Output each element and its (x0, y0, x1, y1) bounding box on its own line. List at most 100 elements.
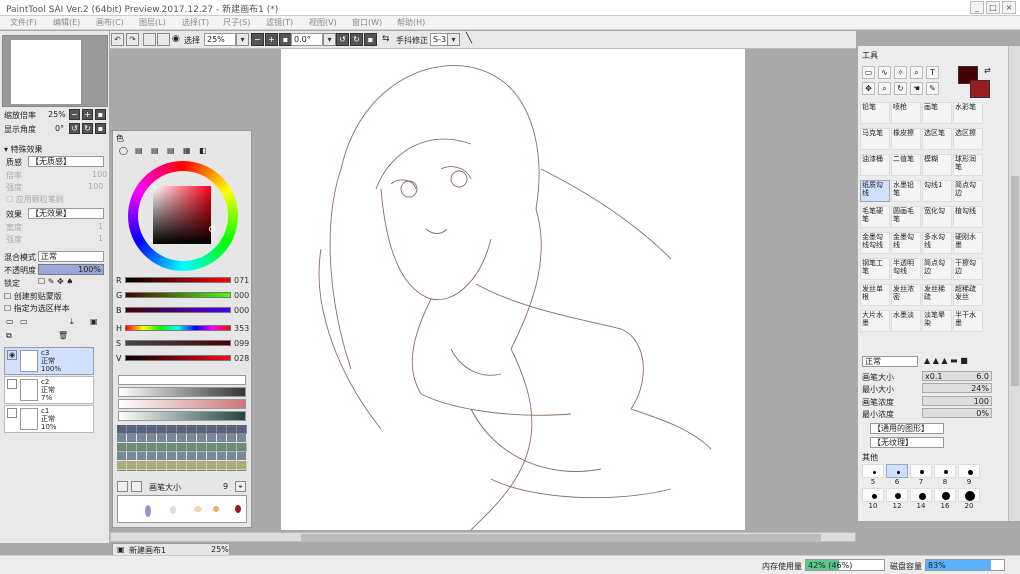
zoom-out-button[interactable]: − (69, 109, 80, 120)
density-slider[interactable]: 100 (922, 396, 992, 406)
color-mode-tabs[interactable]: ◯ ▤ ▤ ▤ ▦ ◧ (119, 146, 215, 158)
sample-checkbox[interactable]: ☐ 指定为选区样本 (4, 303, 70, 314)
rotate-reset-button[interactable]: ▪ (364, 33, 377, 46)
brush-size-preset[interactable] (886, 464, 908, 478)
mixer-bar[interactable] (118, 399, 246, 409)
navigator-preview[interactable] (2, 35, 108, 107)
rotate-left-button[interactable]: ↺ (336, 33, 349, 46)
stabilizer-field[interactable]: S-3 (430, 33, 448, 46)
brush-tool-item[interactable]: 毛笔硬笔 (860, 206, 890, 228)
picker-icon[interactable]: ✎ (926, 82, 939, 95)
invert-selection-button[interactable] (157, 33, 170, 46)
clip-checkbox[interactable]: ☐ 创建剪贴蒙版 (4, 291, 62, 302)
brush-tool-item[interactable]: 发丝浓密 (891, 284, 921, 306)
menu-view[interactable]: 视图(V) (309, 17, 337, 28)
brush-tool-item[interactable]: 发丝稀疏 (922, 284, 952, 306)
min-density-slider[interactable]: 0% (922, 408, 992, 418)
brush-tool-item[interactable]: 半干水墨 (953, 310, 983, 332)
brush-size-preset[interactable] (910, 464, 932, 478)
brush-tool-item[interactable]: 选区笔 (922, 128, 952, 150)
merge-icon[interactable]: ⤓ (70, 317, 74, 327)
hand-icon[interactable]: ☚ (910, 82, 923, 95)
r-slider[interactable] (125, 277, 231, 283)
menu-ruler[interactable]: 尺子(S) (223, 17, 250, 28)
brush-tool-item[interactable]: 简点勾边 (922, 258, 952, 280)
brush-tool-item[interactable]: 铅笔 (860, 102, 890, 124)
brush-tool-item[interactable]: 超稀疏发丝 (953, 284, 983, 306)
chevron-down-icon[interactable]: ▾ (447, 33, 460, 46)
hsv-tab-icon[interactable]: ▤ (151, 146, 159, 155)
brush-size-preset[interactable] (958, 488, 980, 502)
sv-square[interactable] (153, 186, 211, 244)
brush-tool-item[interactable]: 多水勾线 (922, 232, 952, 254)
sv-cursor[interactable] (209, 226, 215, 232)
mixer-bar[interactable] (118, 375, 246, 385)
menu-layer[interactable]: 图层(L) (139, 17, 166, 28)
menu-edit[interactable]: 编辑(E) (53, 17, 80, 28)
redo-button[interactable]: ↷ (126, 33, 139, 46)
brush-tool-item[interactable]: 宽化勾 (922, 206, 952, 228)
eye-icon[interactable]: ◉ (7, 350, 17, 360)
opacity-slider[interactable]: 100% (38, 264, 104, 275)
flip-icon[interactable]: ⇆ (382, 34, 390, 44)
brush-size-preset[interactable] (934, 488, 956, 502)
layer-row[interactable]: ◉ c3 正常 100% (4, 347, 94, 375)
color-wheel-tab-icon[interactable]: ◯ (119, 146, 128, 155)
s-slider[interactable] (125, 340, 231, 346)
menu-window[interactable]: 窗口(W) (352, 17, 382, 28)
brush-tool-item[interactable]: 喷枪 (891, 102, 921, 124)
size-slider[interactable]: x0.1 6.0 (922, 371, 992, 381)
lasso-icon[interactable]: ∿ (878, 66, 891, 79)
mask-icon[interactable]: ▣ (90, 317, 98, 326)
trash-icon[interactable]: 🗑 (58, 331, 68, 340)
mixer-bar[interactable] (118, 411, 246, 421)
brush-tool-item[interactable]: 球形润笔 (953, 154, 983, 176)
rotate-right-button[interactable]: ↻ (82, 123, 93, 134)
brush-tool-item[interactable]: 二值笔 (891, 154, 921, 176)
move-icon[interactable]: ✥ (862, 82, 875, 95)
swatch-grid[interactable] (117, 425, 247, 471)
eyedropper-icon[interactable]: ⌕ (910, 66, 923, 79)
swatch-remove-button[interactable] (131, 481, 142, 492)
zoom-in-button[interactable]: + (82, 109, 93, 120)
apply-texture-checkbox[interactable]: ☐ 应用颗粒笔刷 (6, 194, 64, 205)
close-button[interactable]: × (1002, 1, 1016, 14)
brush-tool-item[interactable]: 简点勾边 (953, 180, 983, 202)
brush-tool-item[interactable]: 橡皮擦 (891, 128, 921, 150)
canvas-paper[interactable] (281, 49, 745, 531)
straight-line-icon[interactable]: ╲ (466, 33, 472, 44)
menu-canvas[interactable]: 画布(C) (96, 17, 124, 28)
brush-size-preset[interactable] (886, 488, 908, 502)
text-icon[interactable]: T (926, 66, 939, 79)
brush-tool-item[interactable]: 纸质勾线 (860, 180, 890, 202)
brush-tool-item[interactable]: 水彩笔 (953, 102, 983, 124)
rotate-reset-button[interactable]: ▪ (95, 123, 106, 134)
chevron-down-icon[interactable]: ▾ (323, 33, 336, 46)
brush-texture-select[interactable]: 【无纹理】 (870, 437, 944, 448)
scratchpad-tab-icon[interactable]: ◧ (199, 146, 207, 155)
brush-shape-select[interactable]: 【通用的图形】 (870, 423, 944, 434)
brush-tool-item[interactable]: 淡笔晕染 (922, 310, 952, 332)
scratchpad[interactable] (117, 495, 247, 523)
swatch-tab-icon[interactable]: ▦ (183, 146, 191, 155)
deselect-button[interactable] (143, 33, 156, 46)
effect-select[interactable]: 【无效果】 (28, 208, 104, 219)
brush-shape-icons[interactable]: ▲ ▲ ▲ ▬ ■ (924, 356, 968, 365)
brush-tool-item[interactable]: 发丝单根 (860, 284, 890, 306)
brush-tool-item[interactable]: 植勾线 (953, 206, 983, 228)
swap-colors-icon[interactable]: ⇄ (984, 66, 991, 75)
copy-layer-icon[interactable]: ⧉ (6, 331, 12, 341)
zoom-out-button[interactable]: − (251, 33, 264, 46)
brush-tool-item[interactable]: 画笔 (922, 102, 952, 124)
secondary-color-swatch[interactable] (970, 80, 990, 98)
scratchpad-tool-icon[interactable]: ⌖ (235, 481, 246, 492)
brush-tool-item[interactable]: 钢笔工笔 (860, 258, 890, 280)
vertical-scrollbar[interactable] (1008, 46, 1020, 521)
brush-size-preset[interactable] (934, 464, 956, 478)
chevron-down-icon[interactable]: ▾ (236, 33, 249, 46)
blend-mode-select[interactable]: 正常 (38, 251, 104, 262)
rotate-right-button[interactable]: ↻ (350, 33, 363, 46)
brush-tool-item[interactable]: 硬刚水墨 (953, 232, 983, 254)
g-slider[interactable] (125, 292, 231, 298)
brush-tool-item[interactable]: 干擦勾边 (953, 258, 983, 280)
